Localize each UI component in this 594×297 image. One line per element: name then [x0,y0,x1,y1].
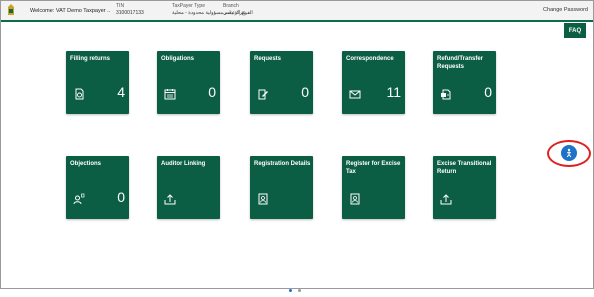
tile-title: Filling returns [70,56,111,62]
pagination-dot-active[interactable] [289,289,292,292]
envelope-icon [349,90,361,99]
tile-register-excise-tax[interactable]: Register for Excise Tax [342,156,405,219]
page-frame [0,0,594,289]
tile-title: Register for Excise Tax [346,161,401,175]
pagination-dot[interactable] [298,289,302,292]
logo-icon [8,4,14,15]
tile-count: 0 [301,84,309,100]
branch-label: Branch [223,3,239,9]
tile-objections[interactable]: Objections 0 [66,156,129,219]
tile-title: Auditor Linking [161,161,206,167]
header-divider [0,20,594,22]
edit-doc-icon [258,89,268,100]
tile-filling-returns[interactable]: Filling returns 4 [66,51,129,114]
change-password-link[interactable]: Change Password [543,7,588,13]
tile-count: 0 [117,189,125,205]
id-card-icon [258,193,268,205]
tile-count: 0 [208,84,216,100]
top-header: Welcome: VAT Demo Taxpayer .. TIN 310001… [0,0,594,21]
tile-title: Excise Transitional Return [437,161,492,175]
pagination-dots [289,279,303,297]
tile-correspondence[interactable]: Correspondence 11 [342,51,405,114]
tile-count: 0 [484,84,492,100]
calendar-icon [164,89,176,100]
tin-block: TIN 3100017133 [116,3,144,17]
upload-icon [164,194,176,205]
tile-count: 4 [117,84,125,100]
welcome-text: Welcome: VAT Demo Taxpayer .. [30,8,111,14]
tile-requests[interactable]: Requests 0 [250,51,313,114]
tile-title: Registration Details [254,161,311,167]
faq-button[interactable]: FAQ [564,23,586,38]
refund-icon [441,89,451,100]
tile-count: 11 [386,84,401,100]
annotation-ring [547,140,591,167]
tin-value: 3100017133 [116,10,144,16]
branch-value: الفرع الرئيسي [223,10,253,16]
tile-excise-transitional-return[interactable]: Excise Transitional Return [433,156,496,219]
tile-refund-transfer[interactable]: Refund/Transfer Requests 0 [433,51,496,114]
upload-icon [440,194,452,205]
user-objection-icon [73,193,85,205]
branch-block: Branch الفرع الرئيسي [223,3,253,17]
tile-obligations[interactable]: Obligations 0 [157,51,220,114]
tile-title: Requests [254,56,282,62]
tile-title: Refund/Transfer Requests [437,56,484,70]
return-doc-icon [75,88,84,100]
tile-registration-details[interactable]: Registration Details [250,156,313,219]
tile-auditor-linking[interactable]: Auditor Linking [157,156,220,219]
tin-label: TIN [116,3,125,9]
tile-title: Correspondence [346,56,394,62]
id-card-icon [350,193,360,205]
tile-title: Objections [70,161,102,167]
tile-title: Obligations [161,56,194,62]
